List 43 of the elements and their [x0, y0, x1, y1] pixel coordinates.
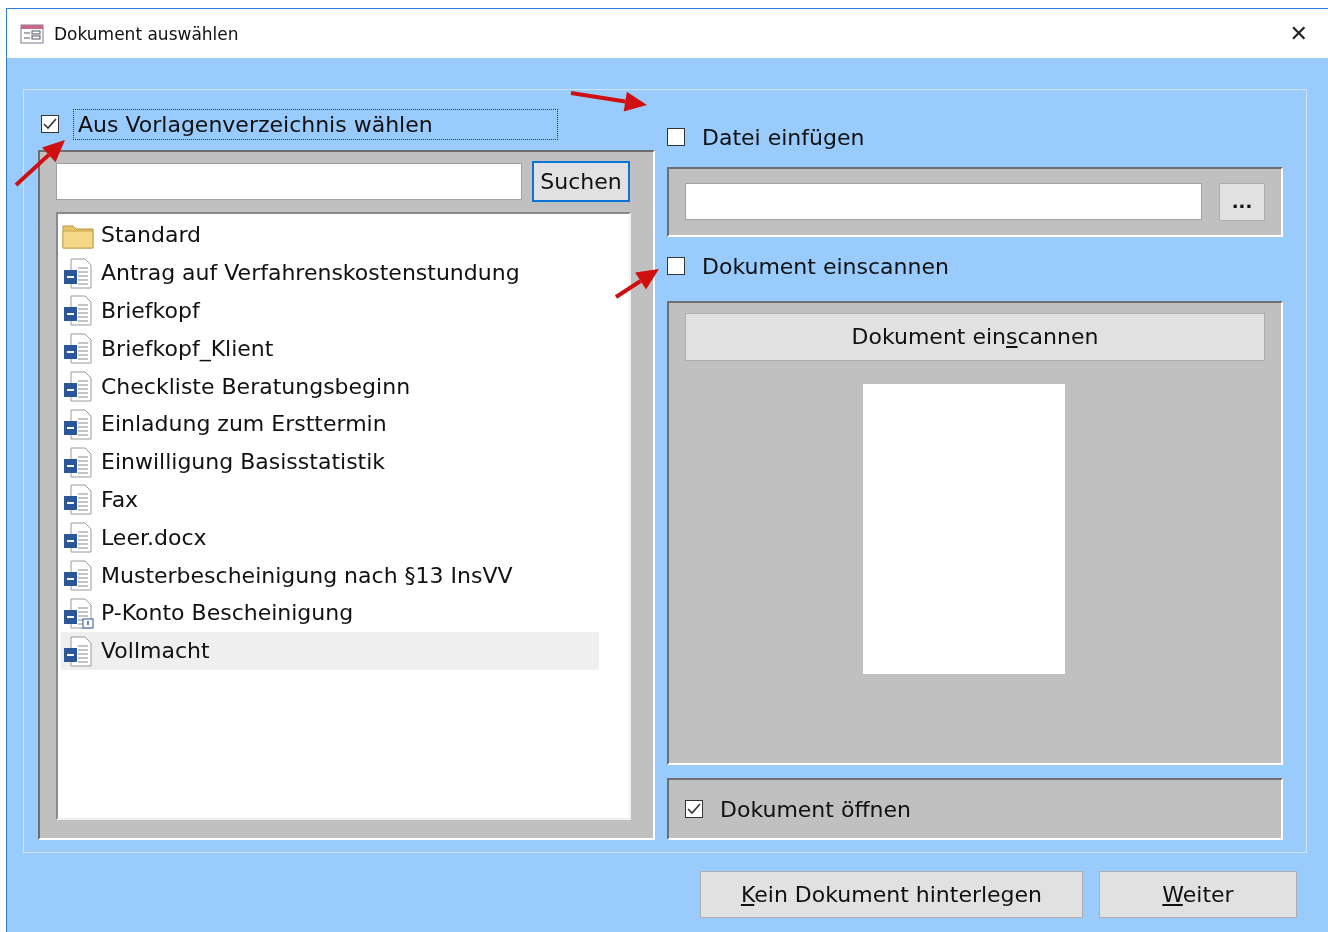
list-item[interactable]: Fax — [61, 480, 599, 519]
document-icon — [61, 332, 95, 365]
annotation-arrow — [14, 140, 65, 187]
checkbox[interactable] — [667, 257, 685, 276]
checkbox[interactable] — [667, 128, 685, 147]
list-item[interactable]: Musterbescheinigung nach §13 InsVV — [61, 556, 599, 594]
dialog-button[interactable]: Kein Dokument hinterlegen — [700, 871, 1083, 918]
option-label: Dokument einscannen — [701, 252, 950, 281]
list-item[interactable]: P-Konto Bescheinigung — [61, 593, 599, 632]
list-item[interactable]: Briefkopf — [61, 291, 599, 330]
checkbox[interactable] — [685, 800, 703, 819]
option-label: Dokument öffnen — [719, 795, 912, 824]
checkbox[interactable] — [41, 115, 59, 133]
list-item[interactable]: Briefkopf_Klient — [61, 329, 599, 368]
document-icon — [61, 445, 95, 478]
dialog-button[interactable]: Weiter — [1099, 871, 1297, 918]
search-field[interactable] — [56, 163, 522, 200]
document-icon — [61, 294, 95, 327]
document-icon — [61, 407, 95, 440]
list-item[interactable]: Vollmacht — [61, 631, 599, 670]
option-label: Datei einfügen — [701, 123, 866, 152]
file-path-field[interactable] — [685, 183, 1202, 221]
scan-button[interactable]: Dokument einscannen — [685, 312, 1265, 361]
list-item[interactable]: Standard — [61, 216, 599, 254]
document-icon — [61, 256, 95, 289]
document-icon — [61, 521, 95, 554]
document-icon — [61, 596, 95, 629]
document-icon — [61, 559, 95, 592]
list-item[interactable]: Antrag auf Verfahrenskostenstundung — [61, 253, 599, 292]
close-button[interactable]: ✕ — [1283, 21, 1314, 46]
document-icon — [61, 370, 95, 403]
list-item[interactable]: Einwilligung Basisstatistik — [61, 442, 599, 481]
list-item[interactable]: Einladung zum Ersttermin — [61, 405, 599, 443]
document-icon — [61, 483, 95, 516]
search-button[interactable]: Suchen — [532, 161, 630, 202]
window-title: Dokument auswählen — [54, 23, 240, 44]
document-icon — [61, 634, 95, 667]
list-item[interactable]: Checkliste Beratungsbeginn — [61, 367, 599, 405]
browse-button[interactable]: ... — [1219, 182, 1265, 221]
list-item[interactable]: Leer.docx — [61, 518, 599, 557]
form-icon — [20, 23, 44, 44]
annotation-arrow — [614, 269, 659, 299]
option-label[interactable]: Aus Vorlagenverzeichnis wählen — [73, 108, 558, 140]
